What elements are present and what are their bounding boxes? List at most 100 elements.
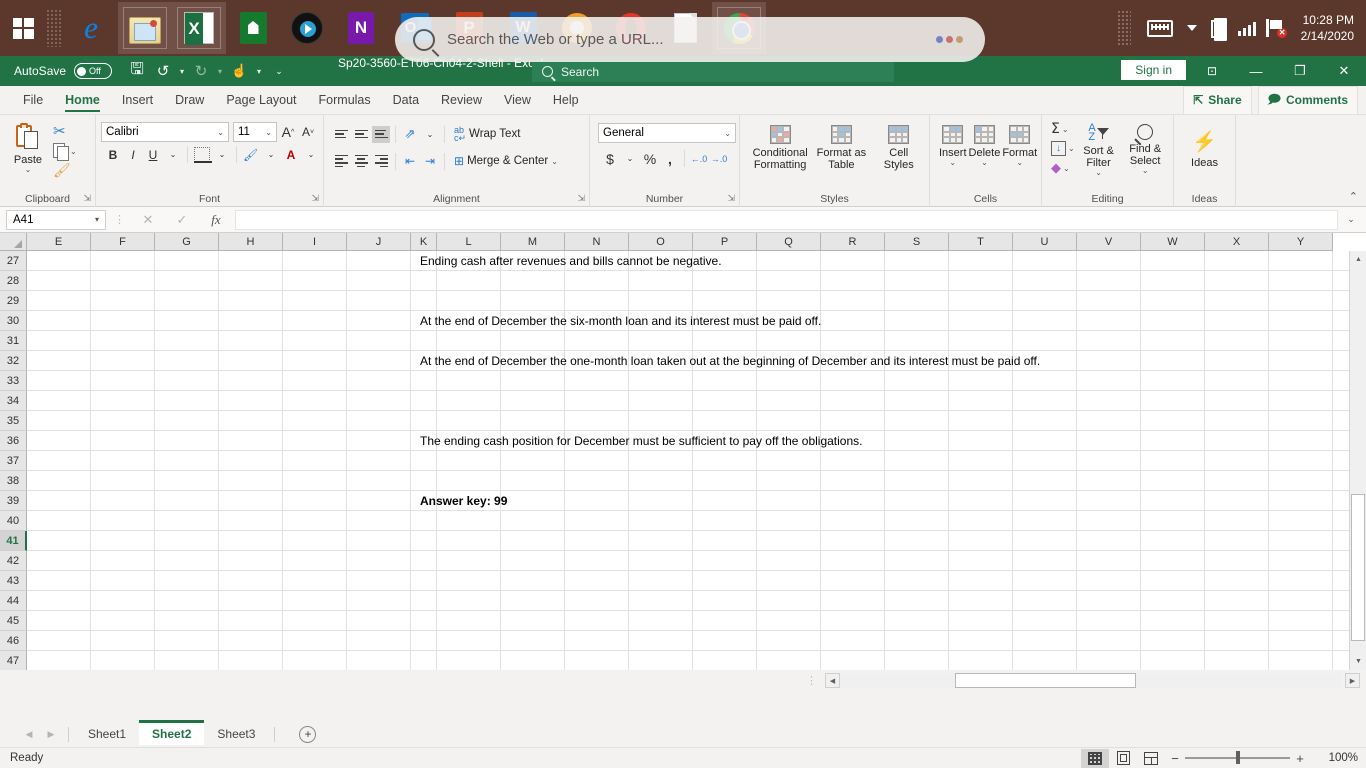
cell-R42[interactable] (821, 551, 885, 570)
cell-G40[interactable] (155, 511, 219, 530)
cell-X36[interactable] (1205, 431, 1269, 450)
cell-F39[interactable] (91, 491, 155, 510)
cell-Q47[interactable] (757, 651, 821, 670)
cell-H42[interactable] (219, 551, 283, 570)
cell-U44[interactable] (1013, 591, 1077, 610)
column-header-j[interactable]: J (347, 233, 411, 251)
cell-X35[interactable] (1205, 411, 1269, 430)
cancel-entry-button[interactable]: ✕ (133, 212, 163, 228)
cell-L43[interactable] (437, 571, 501, 590)
column-header-k[interactable]: K (411, 233, 437, 251)
cell-K37[interactable] (411, 451, 437, 470)
cell-T36[interactable] (949, 431, 1013, 450)
cell-L28[interactable] (437, 271, 501, 290)
cell-G32[interactable] (155, 351, 219, 370)
cell-K44[interactable] (411, 591, 437, 610)
autosave-control[interactable]: AutoSave Off (14, 63, 113, 79)
page-layout-view-button[interactable] (1109, 749, 1137, 768)
column-header-t[interactable]: T (949, 233, 1013, 251)
cell-Q29[interactable] (757, 291, 821, 310)
cell-U28[interactable] (1013, 271, 1077, 290)
cell-M33[interactable] (501, 371, 565, 390)
cell-J32[interactable] (347, 351, 411, 370)
cell-I45[interactable] (283, 611, 347, 630)
cell-U40[interactable] (1013, 511, 1077, 530)
column-header-m[interactable]: M (501, 233, 565, 251)
horizontal-scrollbar[interactable] (840, 673, 1341, 688)
cell-Q31[interactable] (757, 331, 821, 350)
cell-U47[interactable] (1013, 651, 1077, 670)
cell-V43[interactable] (1077, 571, 1141, 590)
cell-G33[interactable] (155, 371, 219, 390)
cell-I47[interactable] (283, 651, 347, 670)
cell-R45[interactable] (821, 611, 885, 630)
cell-T30[interactable] (949, 311, 1013, 330)
cell-M47[interactable] (501, 651, 565, 670)
cell-O35[interactable] (629, 411, 693, 430)
cell-H47[interactable] (219, 651, 283, 670)
cell-O47[interactable] (629, 651, 693, 670)
cell-I30[interactable] (283, 311, 347, 330)
cell-Y28[interactable] (1269, 271, 1333, 290)
page-break-view-button[interactable] (1137, 749, 1165, 768)
cell-Y41[interactable] (1269, 531, 1333, 550)
cell-I44[interactable] (283, 591, 347, 610)
cell-G31[interactable] (155, 331, 219, 350)
cell-O45[interactable] (629, 611, 693, 630)
cell-M43[interactable] (501, 571, 565, 590)
find-select-button[interactable]: Find & Select ⌄ (1122, 121, 1168, 175)
cell-P43[interactable] (693, 571, 757, 590)
cell-L34[interactable] (437, 391, 501, 410)
cell-L35[interactable] (437, 411, 501, 430)
cell-M37[interactable] (501, 451, 565, 470)
cell-H36[interactable] (219, 431, 283, 450)
cell-S46[interactable] (885, 631, 949, 650)
cell-E38[interactable] (27, 471, 91, 490)
cell-H40[interactable] (219, 511, 283, 530)
decrease-decimal-button[interactable]: →.0 (710, 150, 728, 167)
merge-center-button[interactable]: ⊞ Merge & Center ⌄ (450, 151, 562, 171)
cell-F27[interactable] (91, 251, 155, 270)
tab-data[interactable]: Data (382, 89, 430, 111)
sheet-tab-sheet1[interactable]: Sheet1 (75, 723, 139, 745)
scroll-left-button[interactable]: ◀ (825, 673, 840, 688)
cell-S41[interactable] (885, 531, 949, 550)
cell-R47[interactable] (821, 651, 885, 670)
cell-O43[interactable] (629, 571, 693, 590)
percent-format-button[interactable]: % (641, 150, 659, 167)
taskbar-search-box[interactable]: Search the Web or type a URL... (395, 17, 985, 62)
autosave-toggle[interactable]: Off (74, 63, 113, 79)
cell-F43[interactable] (91, 571, 155, 590)
font-family-combo[interactable]: Calibri ⌄ (101, 122, 229, 142)
cell-P33[interactable] (693, 371, 757, 390)
cell-W29[interactable] (1141, 291, 1205, 310)
scroll-up-button[interactable]: ▲ (1350, 251, 1366, 268)
cell-V39[interactable] (1077, 491, 1141, 510)
cell-I32[interactable] (283, 351, 347, 370)
cell-H43[interactable] (219, 571, 283, 590)
cell-V31[interactable] (1077, 331, 1141, 350)
cell-J35[interactable] (347, 411, 411, 430)
cell-R44[interactable] (821, 591, 885, 610)
cell-T47[interactable] (949, 651, 1013, 670)
cell-R34[interactable] (821, 391, 885, 410)
cell-G37[interactable] (155, 451, 219, 470)
cell-P38[interactable] (693, 471, 757, 490)
cell-V36[interactable] (1077, 431, 1141, 450)
cell-Q28[interactable] (757, 271, 821, 290)
column-header-h[interactable]: H (219, 233, 283, 251)
cell-S37[interactable] (885, 451, 949, 470)
cell-W47[interactable] (1141, 651, 1205, 670)
cell-F31[interactable] (91, 331, 155, 350)
font-size-combo[interactable]: 11 ⌄ (233, 122, 277, 142)
sheet-tab-sheet3[interactable]: Sheet3 (204, 723, 268, 745)
cell-R31[interactable] (821, 331, 885, 350)
cell-X27[interactable] (1205, 251, 1269, 270)
paste-button[interactable]: Paste ⌄ (5, 120, 51, 174)
cell-T31[interactable] (949, 331, 1013, 350)
borders-dropdown[interactable]: ⌄ (213, 146, 231, 163)
cell-L40[interactable] (437, 511, 501, 530)
cell-G35[interactable] (155, 411, 219, 430)
cell-V46[interactable] (1077, 631, 1141, 650)
cell-R33[interactable] (821, 371, 885, 390)
